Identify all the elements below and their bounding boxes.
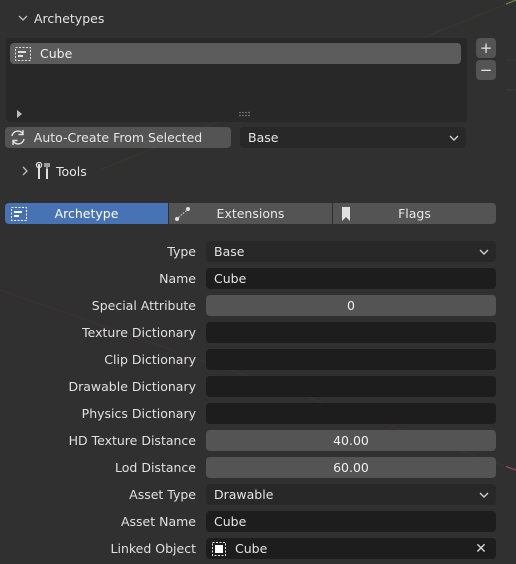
clear-icon[interactable]: ✕ — [474, 541, 488, 557]
archetype-icon — [11, 207, 27, 221]
chevron-down-icon — [479, 492, 489, 498]
resize-handle-icon[interactable] — [238, 111, 252, 117]
asset-type-value: Drawable — [214, 487, 274, 502]
tab-label: Flags — [398, 206, 431, 221]
type-label: Type — [167, 244, 196, 259]
archetype-icon — [15, 46, 31, 61]
drawable-dictionary-label: Drawable Dictionary — [68, 379, 197, 394]
linked-object-field[interactable]: Cube ✕ — [206, 538, 496, 559]
bookmark-icon — [342, 207, 350, 221]
special-attribute-label: Special Attribute — [91, 298, 196, 313]
clip-dictionary-label: Clip Dictionary — [104, 352, 196, 367]
list-item-label: Cube — [40, 46, 73, 61]
object-icon — [212, 541, 226, 556]
name-field[interactable]: Cube — [206, 268, 496, 289]
remove-archetype-button[interactable]: − — [476, 60, 496, 80]
tools-icon — [35, 162, 50, 179]
tools-section-header[interactable]: Tools — [20, 161, 87, 181]
tab-archetype[interactable]: Archetype — [5, 203, 168, 224]
asset-name-value: Cube — [214, 514, 247, 529]
chevron-down-icon — [449, 135, 459, 141]
chevron-down-icon — [18, 15, 28, 21]
clip-dictionary-field[interactable] — [206, 349, 496, 370]
add-archetype-button[interactable]: + — [476, 38, 496, 58]
tab-label: Extensions — [216, 206, 285, 221]
asset-name-label: Asset Name — [120, 514, 196, 529]
type-value: Base — [214, 244, 245, 259]
tab-flags[interactable]: Flags — [333, 203, 496, 224]
expand-filter-icon[interactable] — [16, 110, 24, 118]
name-value: Cube — [214, 271, 247, 286]
auto-create-type-value: Base — [248, 130, 279, 145]
archetypes-panel: Archetypes Cube + − Auto-Create From Sel… — [0, 0, 506, 564]
linked-object-label: Linked Object — [110, 541, 196, 556]
asset-type-label: Asset Type — [129, 487, 196, 502]
texture-dictionary-field[interactable] — [206, 322, 496, 343]
type-dropdown[interactable]: Base — [206, 241, 496, 262]
asset-type-dropdown[interactable]: Drawable — [206, 484, 496, 505]
texture-dictionary-label: Texture Dictionary — [82, 325, 196, 340]
auto-create-button[interactable]: Auto-Create From Selected — [5, 127, 231, 148]
name-label: Name — [159, 271, 196, 286]
hd-texture-distance-field[interactable]: 40.00 — [206, 430, 496, 451]
linked-object-value: Cube — [235, 541, 268, 556]
lod-distance-label: Lod Distance — [115, 460, 196, 475]
lod-distance-field[interactable]: 60.00 — [206, 457, 496, 478]
auto-create-label: Auto-Create From Selected — [33, 130, 203, 145]
tab-label: Archetype — [54, 206, 119, 221]
special-attribute-field[interactable]: 0 — [206, 295, 496, 316]
physics-dictionary-label: Physics Dictionary — [81, 406, 196, 421]
chevron-right-icon — [22, 166, 28, 176]
properties-tabs: Archetype Extensions Flags — [5, 203, 496, 224]
asset-name-field[interactable]: Cube — [206, 511, 496, 532]
tab-extensions[interactable]: Extensions — [169, 203, 332, 224]
section-title: Archetypes — [34, 10, 105, 26]
drawable-dictionary-field[interactable] — [206, 376, 496, 397]
chevron-down-icon — [479, 249, 489, 255]
hd-texture-distance-label: HD Texture Distance — [68, 433, 196, 448]
physics-dictionary-field[interactable] — [206, 403, 496, 424]
extensions-icon — [175, 207, 190, 221]
archetypes-section-header[interactable]: Archetypes — [18, 8, 104, 28]
refresh-icon — [11, 130, 25, 145]
tools-label: Tools — [56, 163, 87, 179]
auto-create-type-dropdown[interactable]: Base — [240, 127, 466, 148]
list-item[interactable]: Cube — [10, 43, 461, 64]
